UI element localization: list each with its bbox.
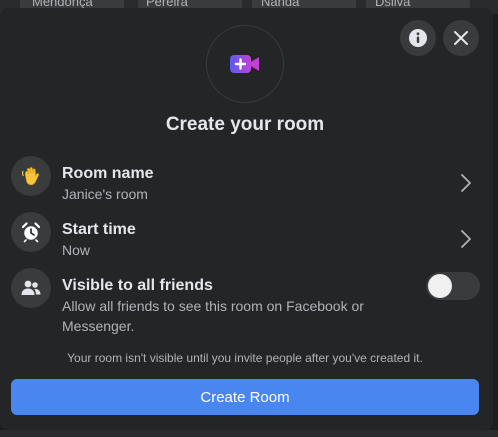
create-room-dialog: Create your room Room name Janice's room… [0, 8, 493, 430]
start-time-icon-circle [11, 212, 51, 252]
info-icon [409, 29, 427, 47]
room-name-value: Janice's room [62, 186, 148, 202]
close-button[interactable] [443, 20, 479, 56]
create-room-button[interactable]: Create Room [11, 379, 479, 415]
info-button[interactable] [400, 20, 436, 56]
room-name-row[interactable]: Room name Janice's room [0, 154, 493, 206]
alarm-clock-icon [21, 222, 41, 243]
dialog-title: Create your room [165, 114, 325, 135]
visibility-note: Your room isn't visible until you invite… [67, 351, 423, 365]
close-icon [454, 31, 468, 45]
visibility-label: Visible to all friends [62, 277, 213, 294]
background-bottom [0, 430, 498, 437]
chevron-right-icon [461, 174, 471, 192]
visibility-description: Allow all friends to see this room on Fa… [62, 298, 364, 334]
visibility-icon-circle [11, 268, 51, 308]
start-time-value: Now [62, 242, 91, 258]
waving-hand-icon [22, 167, 40, 186]
add-video-icon [230, 55, 259, 73]
toggle-knob [428, 274, 452, 298]
friends-icon [21, 280, 41, 295]
chevron-right-icon [461, 230, 471, 248]
visibility-toggle[interactable] [426, 272, 480, 300]
visibility-row: Visible to all friends Allow all friends… [0, 266, 493, 334]
start-time-label: Start time [62, 221, 136, 238]
room-name-label: Room name [62, 165, 154, 182]
hero-icon-circle [206, 25, 284, 103]
start-time-row[interactable]: Start time Now [0, 210, 493, 262]
room-name-icon-circle [11, 156, 51, 196]
